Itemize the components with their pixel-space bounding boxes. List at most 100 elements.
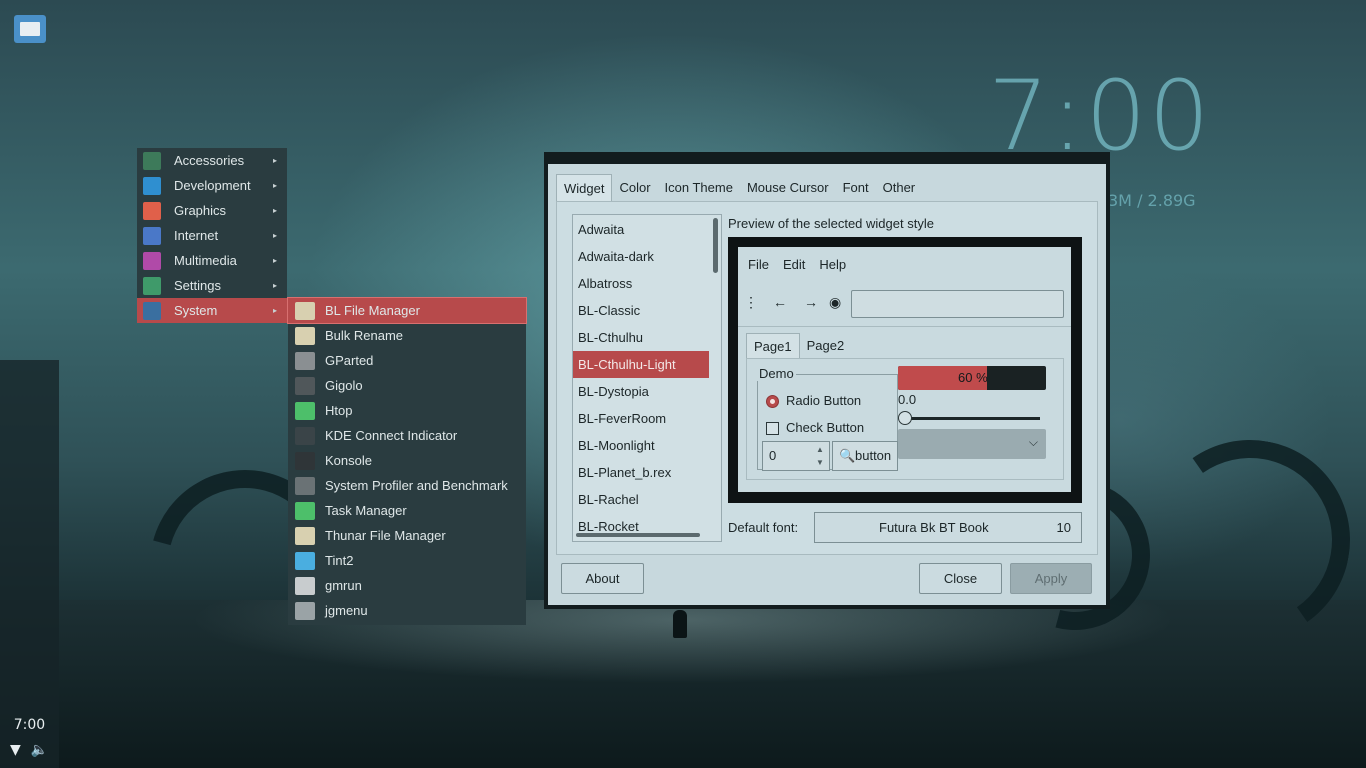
submenu-item[interactable]: GParted — [288, 348, 526, 373]
submenu-item[interactable]: Gigolo — [288, 373, 526, 398]
font-button[interactable]: Futura Bk BT Book 10 — [814, 512, 1082, 543]
font-size: 10 — [1056, 520, 1071, 535]
theme-list-item[interactable]: BL-Dystopia — [573, 378, 709, 405]
submenu-item[interactable]: jgmenu — [288, 598, 526, 623]
task-manager-icon — [295, 501, 315, 520]
submenu-item-label: GParted — [325, 353, 374, 368]
spin-button[interactable]: 0 ▲ ▼ — [762, 441, 830, 471]
menu-item-accessories[interactable]: Accessories ▸ — [137, 148, 287, 173]
theme-list-item[interactable]: Adwaita — [573, 216, 709, 243]
graphics-icon — [143, 201, 161, 220]
theme-list-item[interactable]: BL-Moonlight — [573, 432, 709, 459]
theme-list-item[interactable]: BL-FeverRoom — [573, 405, 709, 432]
theme-list-item[interactable]: Adwaita-dark — [573, 243, 709, 270]
side-panel — [0, 360, 59, 768]
preview-menu-file[interactable]: File — [748, 257, 769, 272]
submenu-item[interactable]: Tint2 — [288, 548, 526, 573]
submenu-item[interactable]: gmrun — [288, 573, 526, 598]
menu-item-label: System — [174, 303, 218, 318]
development-icon — [143, 176, 161, 195]
settings-icon — [143, 276, 161, 295]
submenu-item[interactable]: Task Manager — [288, 498, 526, 523]
preview-menubar: File Edit Help — [748, 257, 846, 272]
preview-entry[interactable] — [851, 290, 1064, 318]
scale-knob[interactable] — [898, 411, 912, 425]
panel-clock[interactable]: 7:00 — [0, 717, 59, 733]
menu-item-graphics[interactable]: Graphics ▸ — [137, 198, 287, 223]
combo-box[interactable]: ⌵ — [898, 429, 1046, 459]
submenu-arrow-icon: ▸ — [272, 256, 277, 265]
record-icon[interactable]: ◉ — [829, 294, 841, 311]
tab-other[interactable]: Other — [876, 174, 923, 202]
close-button[interactable]: Close — [919, 563, 1002, 594]
submenu-item[interactable]: KDE Connect Indicator — [288, 423, 526, 448]
file-manager-icon — [295, 301, 315, 320]
submenu-item[interactable]: Konsole — [288, 448, 526, 473]
kde-connect-icon — [295, 426, 315, 445]
accessories-icon — [143, 151, 161, 170]
font-label: Default font: — [728, 520, 799, 535]
wifi-icon[interactable]: ▼ — [10, 742, 21, 758]
spin-down-icon[interactable]: ▼ — [813, 456, 827, 469]
back-icon[interactable]: ← — [773, 294, 787, 310]
scale-track[interactable] — [904, 417, 1040, 420]
preview-tab-page2[interactable]: Page2 — [800, 333, 852, 359]
spin-up-icon[interactable]: ▲ — [813, 443, 827, 456]
internet-icon — [143, 226, 161, 245]
check-button[interactable] — [766, 422, 779, 435]
theme-list-item[interactable]: BL-Classic — [573, 297, 709, 324]
menu-item-development[interactable]: Development ▸ — [137, 173, 287, 198]
submenu-item[interactable]: Thunar File Manager — [288, 523, 526, 548]
preview-menu-help[interactable]: Help — [819, 257, 846, 272]
menu-item-system[interactable]: System ▸ — [137, 298, 287, 323]
volume-icon[interactable]: 🔈 — [31, 742, 48, 758]
menu-item-internet[interactable]: Internet ▸ — [137, 223, 287, 248]
preview-frame: File Edit Help ⋮ ← → ◉ Page1 Page2 Radio… — [728, 237, 1082, 503]
apply-button[interactable]: Apply — [1010, 563, 1092, 594]
check-label: Check Button — [786, 420, 865, 435]
tab-mouse-cursor[interactable]: Mouse Cursor — [740, 174, 836, 202]
submenu-item-label: gmrun — [325, 578, 362, 593]
tint2-icon — [295, 551, 315, 570]
menu-item-label: Settings — [174, 278, 221, 293]
gigolo-icon — [295, 376, 315, 395]
forward-icon[interactable]: → — [804, 294, 818, 310]
preview-button-label: button — [855, 448, 892, 463]
conky-memory: 3M / 2.89G — [1108, 191, 1196, 210]
menu-item-label: Development — [174, 178, 251, 193]
preview-menu-edit[interactable]: Edit — [783, 257, 805, 272]
theme-list-item[interactable]: BL-Planet_b.rex — [573, 459, 709, 486]
preview-tab-page1[interactable]: Page1 — [746, 333, 800, 359]
about-button[interactable]: About — [561, 563, 644, 594]
theme-list-item[interactable]: BL-Cthulhu-Light — [573, 351, 709, 378]
theme-list-item[interactable]: BL-Cthulhu — [573, 324, 709, 351]
htop-icon — [295, 401, 315, 420]
submenu-item[interactable]: Bulk Rename — [288, 323, 526, 348]
tab-color[interactable]: Color — [612, 174, 657, 202]
radio-label: Radio Button — [786, 393, 862, 408]
submenu-arrow-icon: ▸ — [272, 206, 277, 215]
preview-button[interactable]: 🔍 button — [832, 441, 898, 471]
submenu-item-label: jgmenu — [325, 603, 368, 618]
demo-label: Demo — [757, 366, 796, 381]
menu-item-multimedia[interactable]: Multimedia ▸ — [137, 248, 287, 273]
theme-list-hscrollbar[interactable] — [576, 533, 700, 537]
theme-list-item[interactable]: BL-Rachel — [573, 486, 709, 513]
tab-icon-theme[interactable]: Icon Theme — [658, 174, 740, 202]
theme-list[interactable]: BL-Rocket BL-Rachel BL-Planet_b.rex BL-Moon… — [572, 214, 722, 542]
tab-body: BL-Rocket BL-Rachel BL-Planet_b.rex BL-Moon… — [556, 201, 1098, 555]
theme-list-vscrollbar[interactable] — [713, 218, 718, 273]
submenu-item[interactable]: BL File Manager — [287, 297, 527, 324]
submenu-item[interactable]: Htop — [288, 398, 526, 423]
submenu-item-label: Thunar File Manager — [325, 528, 446, 543]
submenu-item[interactable]: System Profiler and Benchmark — [288, 473, 526, 498]
launcher-icon[interactable] — [14, 15, 46, 43]
tab-font[interactable]: Font — [836, 174, 876, 202]
radio-button[interactable] — [766, 395, 779, 408]
menu-item-settings[interactable]: Settings ▸ — [137, 273, 287, 298]
app-menu: Accessories ▸ Development ▸ Graphics ▸ Interne… — [137, 148, 287, 323]
theme-list-item[interactable]: Albatross — [573, 270, 709, 297]
appearance-dialog: Widget Color Icon Theme Mouse Cursor Font Oth… — [548, 164, 1106, 605]
scale-value: 0.0 — [898, 392, 917, 407]
tab-widget[interactable]: Widget — [556, 174, 613, 202]
